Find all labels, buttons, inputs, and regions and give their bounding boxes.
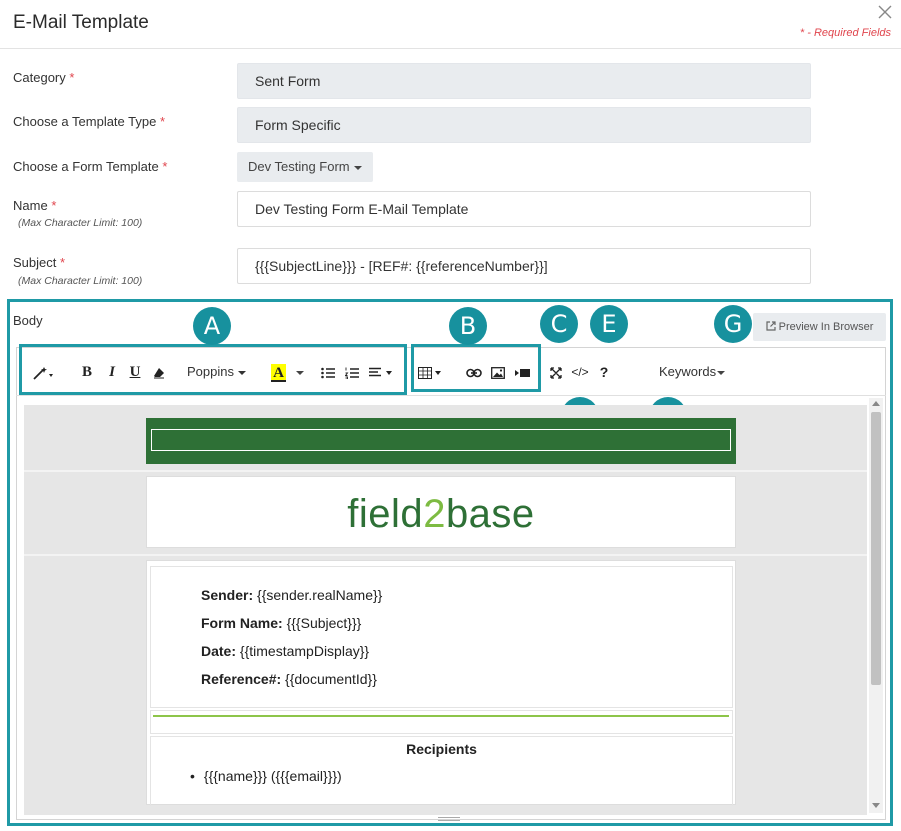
eraser-icon[interactable] [151, 362, 167, 382]
row-divider [24, 470, 867, 472]
underline-button[interactable]: U [127, 362, 143, 382]
category-field: Sent Form [237, 63, 811, 99]
template-type-label: Choose a Template Type * [13, 114, 166, 129]
form-template-dropdown[interactable]: Dev Testing Form [237, 152, 373, 182]
highlight-color-caret-icon[interactable] [295, 362, 305, 382]
align-dropdown-icon[interactable] [368, 362, 394, 382]
separator-section [150, 710, 733, 734]
field2base-logo: field2base [347, 492, 535, 536]
name-hint: (Max Character Limit: 100) [18, 217, 143, 229]
sender-line: Sender: {{sender.realName}} [201, 587, 383, 603]
callout-badge-c: C [540, 305, 578, 343]
callout-badge-g: G [714, 305, 752, 343]
separator-line [153, 715, 729, 717]
image-icon[interactable] [490, 362, 506, 382]
row-divider [24, 554, 867, 556]
callout-badge-e: E [590, 305, 628, 343]
toolbar-divider [16, 395, 886, 396]
recipients-title: Recipients [406, 741, 477, 757]
caret-down-icon [353, 165, 362, 170]
video-icon[interactable] [514, 362, 532, 382]
editor-scrollbar-thumb[interactable] [871, 412, 881, 685]
form-name-line: Form Name: {{{Subject}}} [201, 615, 362, 631]
recipient-list-item: {{{name}}} ({{{email}}}) [190, 768, 342, 784]
form-template-label: Choose a Form Template * [13, 159, 168, 174]
subject-hint: (Max Character Limit: 100) [18, 275, 143, 287]
body-label: Body [13, 313, 43, 328]
ordered-list-icon[interactable] [344, 362, 360, 382]
link-icon[interactable] [465, 362, 483, 382]
help-button[interactable]: ? [597, 362, 611, 382]
name-label: Name * [13, 198, 57, 213]
callout-badge-a: A [193, 307, 231, 345]
date-line: Date: {{timestampDisplay}} [201, 643, 370, 659]
callout-badge-b: B [449, 307, 487, 345]
close-icon[interactable] [875, 2, 895, 22]
name-input[interactable]: Dev Testing Form E-Mail Template [237, 191, 811, 227]
scroll-down-icon[interactable] [872, 803, 880, 808]
dialog-title: E-Mail Template [13, 12, 149, 33]
highlight-color-button[interactable]: A [270, 362, 287, 382]
reference-line: Reference#: {{documentId}} [201, 671, 377, 687]
required-fields-note: * - Required Fields [799, 27, 891, 39]
subject-input[interactable]: {{{SubjectLine}}} - [REF#: {{referenceNu… [237, 248, 811, 284]
bold-button[interactable]: B [79, 362, 95, 382]
category-label: Category * [13, 70, 75, 85]
code-view-button[interactable]: </> [569, 362, 591, 382]
subject-label: Subject * [13, 255, 66, 270]
scroll-up-icon[interactable] [872, 401, 880, 406]
unordered-list-icon[interactable] [320, 362, 336, 382]
table-dropdown-icon[interactable] [418, 362, 444, 382]
font-family-dropdown[interactable]: Poppins [187, 362, 246, 382]
external-link-icon [766, 321, 776, 331]
template-type-field: Form Specific [237, 107, 811, 143]
magic-style-icon[interactable] [30, 362, 56, 382]
editor-resize-handle[interactable] [438, 817, 460, 821]
fullscreen-icon[interactable] [548, 362, 564, 382]
preview-in-browser-button[interactable]: Preview In Browser [753, 313, 886, 341]
keywords-dropdown[interactable]: Keywords [659, 362, 726, 382]
italic-button[interactable]: I [104, 362, 120, 382]
header-banner-inner [151, 429, 731, 451]
dialog-header: E-Mail Template * - Required Fields [0, 0, 901, 49]
